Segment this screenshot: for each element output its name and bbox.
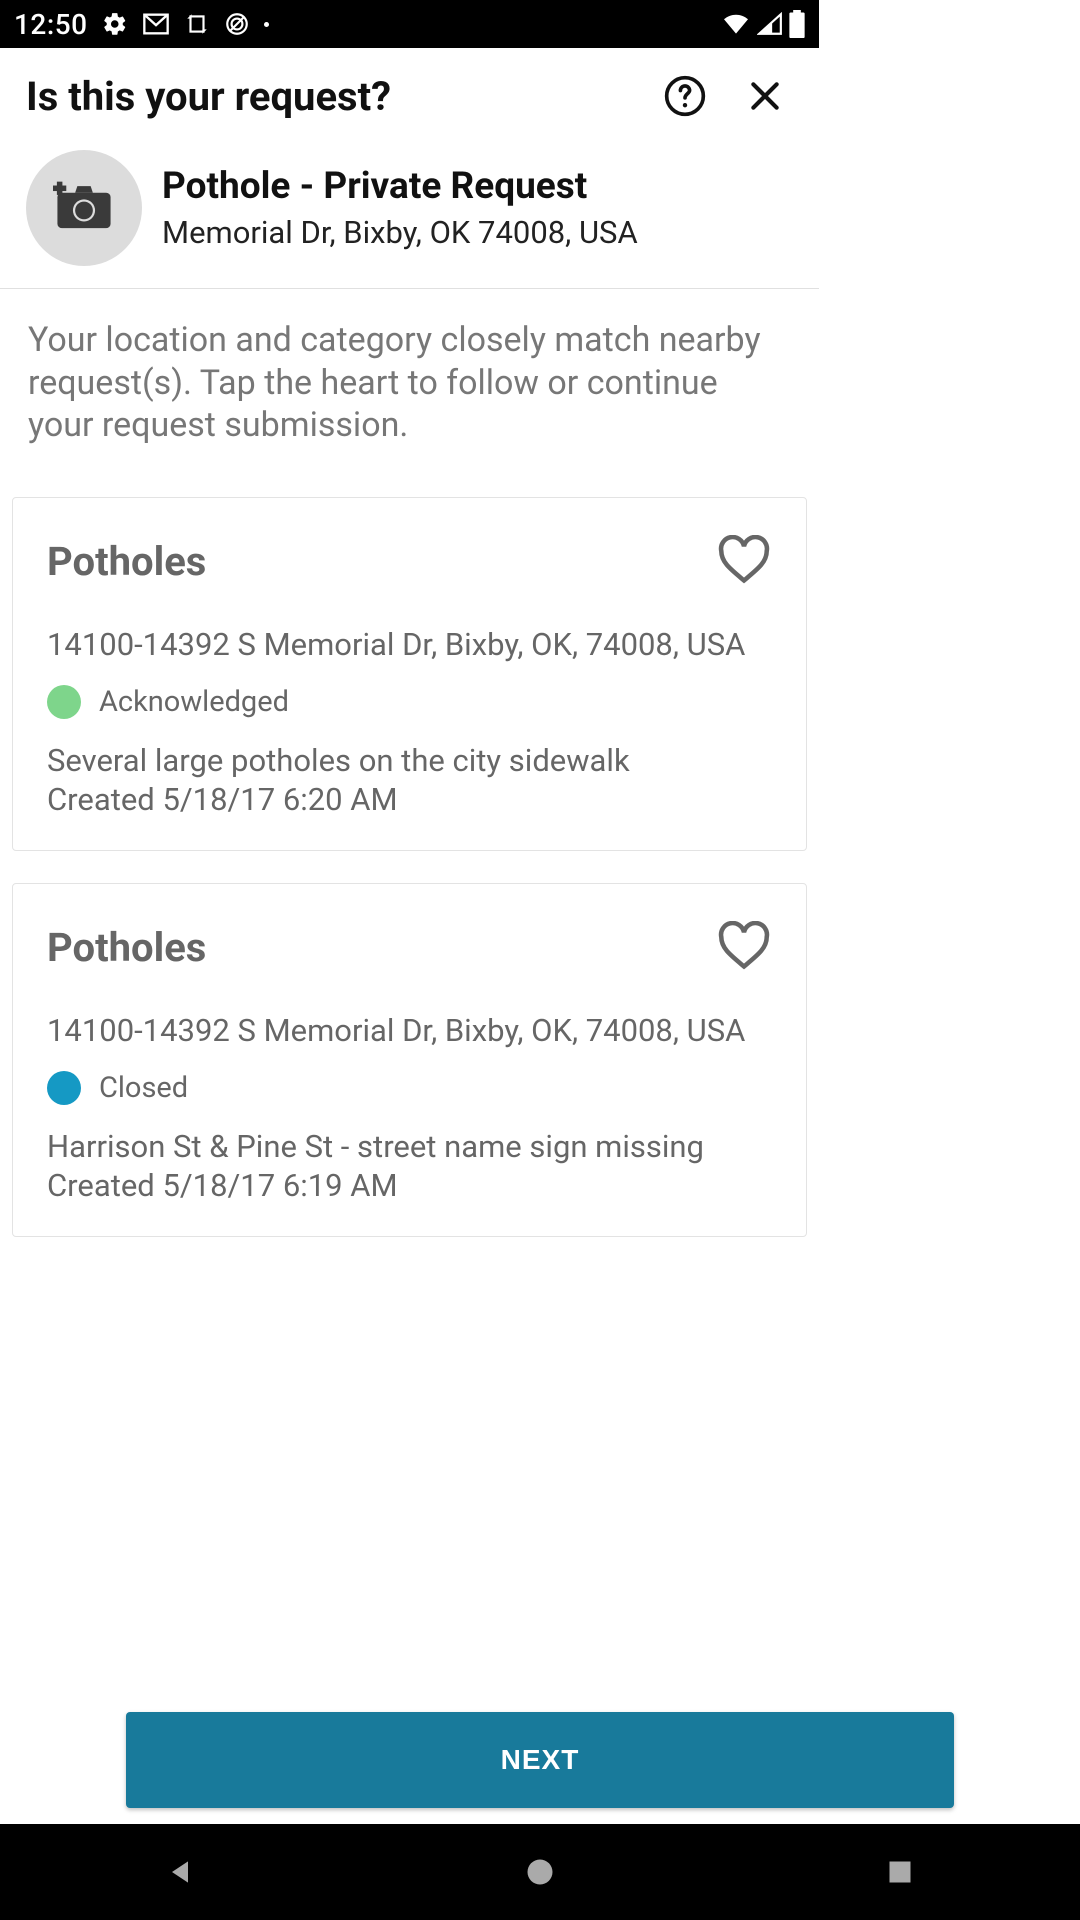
footer-bar: NEXT xyxy=(0,1696,1080,1824)
battery-icon xyxy=(789,10,805,38)
sync-icon xyxy=(184,11,210,37)
triangle-back-icon xyxy=(164,1856,196,1888)
card-header: Potholes xyxy=(47,534,772,590)
notification-dot-icon xyxy=(264,22,269,27)
status-left-group: 12:50 xyxy=(14,8,269,41)
request-card[interactable]: Potholes 14100-14392 S Memorial Dr, Bixb… xyxy=(12,497,807,851)
card-address: 14100-14392 S Memorial Dr, Bixby, OK, 74… xyxy=(47,1012,772,1049)
card-header: Potholes xyxy=(47,920,772,976)
circle-home-icon xyxy=(525,1857,555,1887)
follow-button[interactable] xyxy=(716,534,772,590)
summary-text-group: Pothole - Private Request Memorial Dr, B… xyxy=(162,165,638,251)
follow-button[interactable] xyxy=(716,920,772,976)
nearby-requests-list: Potholes 14100-14392 S Memorial Dr, Bixb… xyxy=(0,447,819,1238)
android-nav-bar xyxy=(0,1824,1080,1920)
heart-outline-icon xyxy=(716,921,772,975)
gear-icon xyxy=(102,11,128,37)
square-recents-icon xyxy=(886,1858,914,1886)
help-circle-icon xyxy=(663,74,707,118)
status-label: Acknowledged xyxy=(99,685,289,719)
card-title: Potholes xyxy=(47,538,206,585)
close-button[interactable] xyxy=(737,68,793,124)
add-photo-icon xyxy=(53,178,115,238)
status-dot-icon xyxy=(47,685,81,719)
match-hint-text: Your location and category closely match… xyxy=(0,289,819,447)
dnd-icon xyxy=(224,11,250,37)
page-title: Is this your request? xyxy=(26,73,633,120)
card-description: Several large potholes on the city sidew… xyxy=(47,741,772,781)
app-bar: Is this your request? xyxy=(0,48,819,132)
card-address: 14100-14392 S Memorial Dr, Bixby, OK, 74… xyxy=(47,626,772,663)
close-icon xyxy=(745,76,785,116)
card-status-row: Acknowledged xyxy=(47,685,772,719)
cell-signal-icon xyxy=(757,12,783,36)
content-scroll-area[interactable]: Is this your request? Pothole - Private … xyxy=(0,48,819,1360)
request-summary: Pothole - Private Request Memorial Dr, B… xyxy=(0,132,819,289)
card-description: Harrison St & Pine St - street name sign… xyxy=(47,1127,772,1167)
nav-back-button[interactable] xyxy=(120,1842,240,1902)
wifi-icon xyxy=(721,12,751,36)
card-created: Created 5/18/17 6:20 AM xyxy=(47,781,772,818)
mail-icon xyxy=(142,12,170,36)
card-created: Created 5/18/17 6:19 AM xyxy=(47,1167,772,1204)
status-label: Closed xyxy=(99,1071,188,1105)
request-type-title: Pothole - Private Request xyxy=(162,165,638,208)
status-dot-icon xyxy=(47,1071,81,1105)
request-card[interactable]: Potholes 14100-14392 S Memorial Dr, Bixb… xyxy=(12,883,807,1237)
photo-thumbnail[interactable] xyxy=(26,150,142,266)
nav-recents-button[interactable] xyxy=(840,1842,960,1902)
next-button[interactable]: NEXT xyxy=(126,1712,954,1808)
help-button[interactable] xyxy=(657,68,713,124)
request-address: Memorial Dr, Bixby, OK 74008, USA xyxy=(162,214,638,251)
card-status-row: Closed xyxy=(47,1071,772,1105)
status-right-group xyxy=(721,10,805,38)
card-title: Potholes xyxy=(47,924,206,971)
heart-outline-icon xyxy=(716,535,772,589)
android-status-bar: 12:50 xyxy=(0,0,819,48)
nav-home-button[interactable] xyxy=(480,1842,600,1902)
status-time: 12:50 xyxy=(14,8,88,41)
